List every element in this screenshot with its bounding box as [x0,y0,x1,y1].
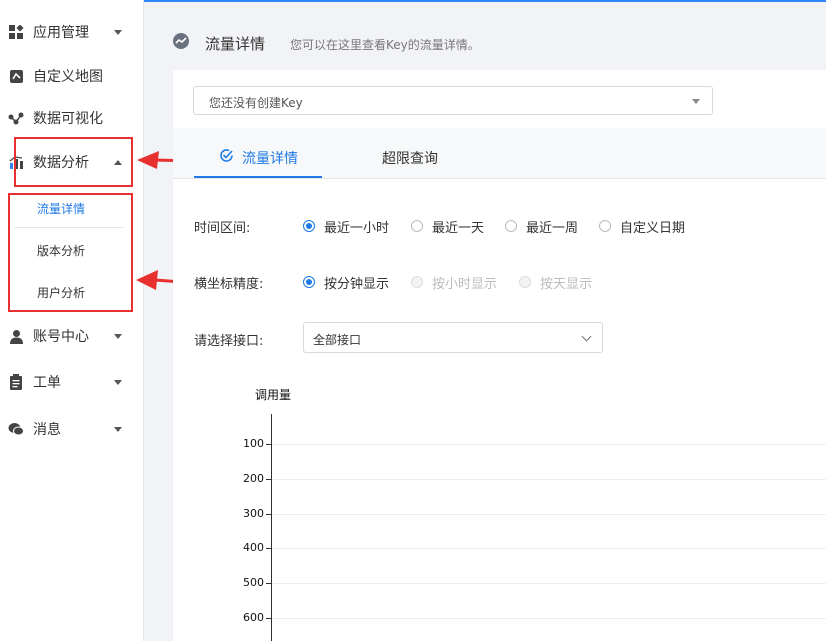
chart-gridline [272,479,826,480]
chart-y-tickmark [266,618,271,619]
chart-y-tickmark [266,548,271,549]
radio-label: 最近一小时 [324,220,390,236]
chart-gridline [272,444,826,445]
radio-label: 最近一天 [432,220,485,236]
chat-icon [8,421,24,437]
chart-y-axis-title: 调用量 [255,388,292,402]
check-circle-icon [220,149,233,162]
sidebar-item-ticket[interactable]: 工单 [0,362,143,402]
annotation-box-submenu [8,193,133,312]
chevron-down-icon [114,379,122,385]
radio-label: 自定义日期 [620,220,686,236]
api-select[interactable]: 全部接口 [303,322,603,353]
caret-down-icon [692,99,700,104]
sidebar-item-label: 应用管理 [33,25,89,41]
radio-checked-icon [303,276,315,288]
chart-y-tick-label: 500 [243,576,264,589]
chart-y-axis-line [271,414,272,641]
clipboard-icon [8,374,24,390]
key-select-value: 您还没有创建Key [209,96,303,110]
chart-gridline [272,548,826,549]
chart-y-tick-label: 100 [243,437,264,450]
tab-traffic-details[interactable]: 流量详情 [194,140,322,178]
radio-icon [411,220,423,232]
annotation-box-data-analysis [14,137,133,187]
key-select[interactable]: 您还没有创建Key [193,86,713,115]
tab-label: 超限查询 [382,151,438,167]
x-precision-label: 横坐标精度: [194,277,264,292]
sidebar-item-label: 消息 [33,422,61,438]
radio-by-minute[interactable]: 按分钟显示 [303,274,390,292]
sidebar: 应用管理 自定义地图 数据可视化 数据分析 流量详情 版本分析 用户分析 账号中… [0,0,144,641]
chart-gridline [272,583,826,584]
sidebar-item-data-visualization[interactable]: 数据可视化 [0,98,143,138]
chart-y-tickmark [266,514,271,515]
radio-by-hour[interactable]: 按小时显示 [411,274,498,292]
top-accent-line [143,0,826,2]
network-icon [8,110,24,126]
api-select-value: 全部接口 [313,333,362,347]
chart-y-tickmark [266,444,271,445]
time-range-label: 时间区间: [194,221,251,236]
sidebar-item-messages[interactable]: 消息 [0,409,143,449]
sidebar-item-app-management[interactable]: 应用管理 [0,12,143,52]
trend-icon [173,33,189,49]
radio-disabled-icon [411,276,423,288]
sidebar-item-account-center[interactable]: 账号中心 [0,316,143,356]
page-title: 流量详情 [205,35,266,53]
radio-icon [505,220,517,232]
sidebar-item-label: 数据可视化 [33,111,103,127]
radio-by-day[interactable]: 按天显示 [519,274,593,292]
radio-label: 按小时显示 [432,276,498,292]
tab-label: 流量详情 [242,151,298,167]
radio-disabled-icon [519,276,531,288]
page-subtitle: 您可以在这里查看Key的流量详情。 [290,38,480,52]
radio-last-week[interactable]: 最近一周 [505,218,579,236]
chart-gridline [272,514,826,515]
radio-label: 最近一周 [526,220,579,236]
sidebar-item-label: 工单 [33,375,61,391]
radio-label: 按天显示 [540,276,593,292]
chart-y-tick-label: 300 [243,507,264,520]
chart-y-tick-label: 200 [243,472,264,485]
sidebar-item-label: 账号中心 [33,329,89,345]
chart-y-tickmark [266,479,271,480]
chevron-down-icon [114,426,122,432]
radio-checked-icon [303,220,315,232]
chevron-down-icon [114,29,122,35]
sidebar-item-label: 自定义地图 [33,69,103,85]
map-icon [8,68,24,84]
chart-y-tick-label: 400 [243,541,264,554]
chart-y-tick-label: 600 [243,611,264,624]
chart-gridline [272,618,826,619]
api-select-label: 请选择接口: [194,334,264,349]
radio-last-day[interactable]: 最近一天 [411,218,485,236]
user-icon [8,328,24,344]
chevron-down-icon [581,331,592,342]
radio-last-hour[interactable]: 最近一小时 [303,218,390,236]
radio-custom-date[interactable]: 自定义日期 [599,218,686,236]
sidebar-item-custom-map[interactable]: 自定义地图 [0,56,143,96]
radio-icon [599,220,611,232]
grid-apps-icon [8,24,24,40]
chevron-down-icon [114,333,122,339]
radio-label: 按分钟显示 [324,276,390,292]
chart-y-tickmark [266,583,271,584]
